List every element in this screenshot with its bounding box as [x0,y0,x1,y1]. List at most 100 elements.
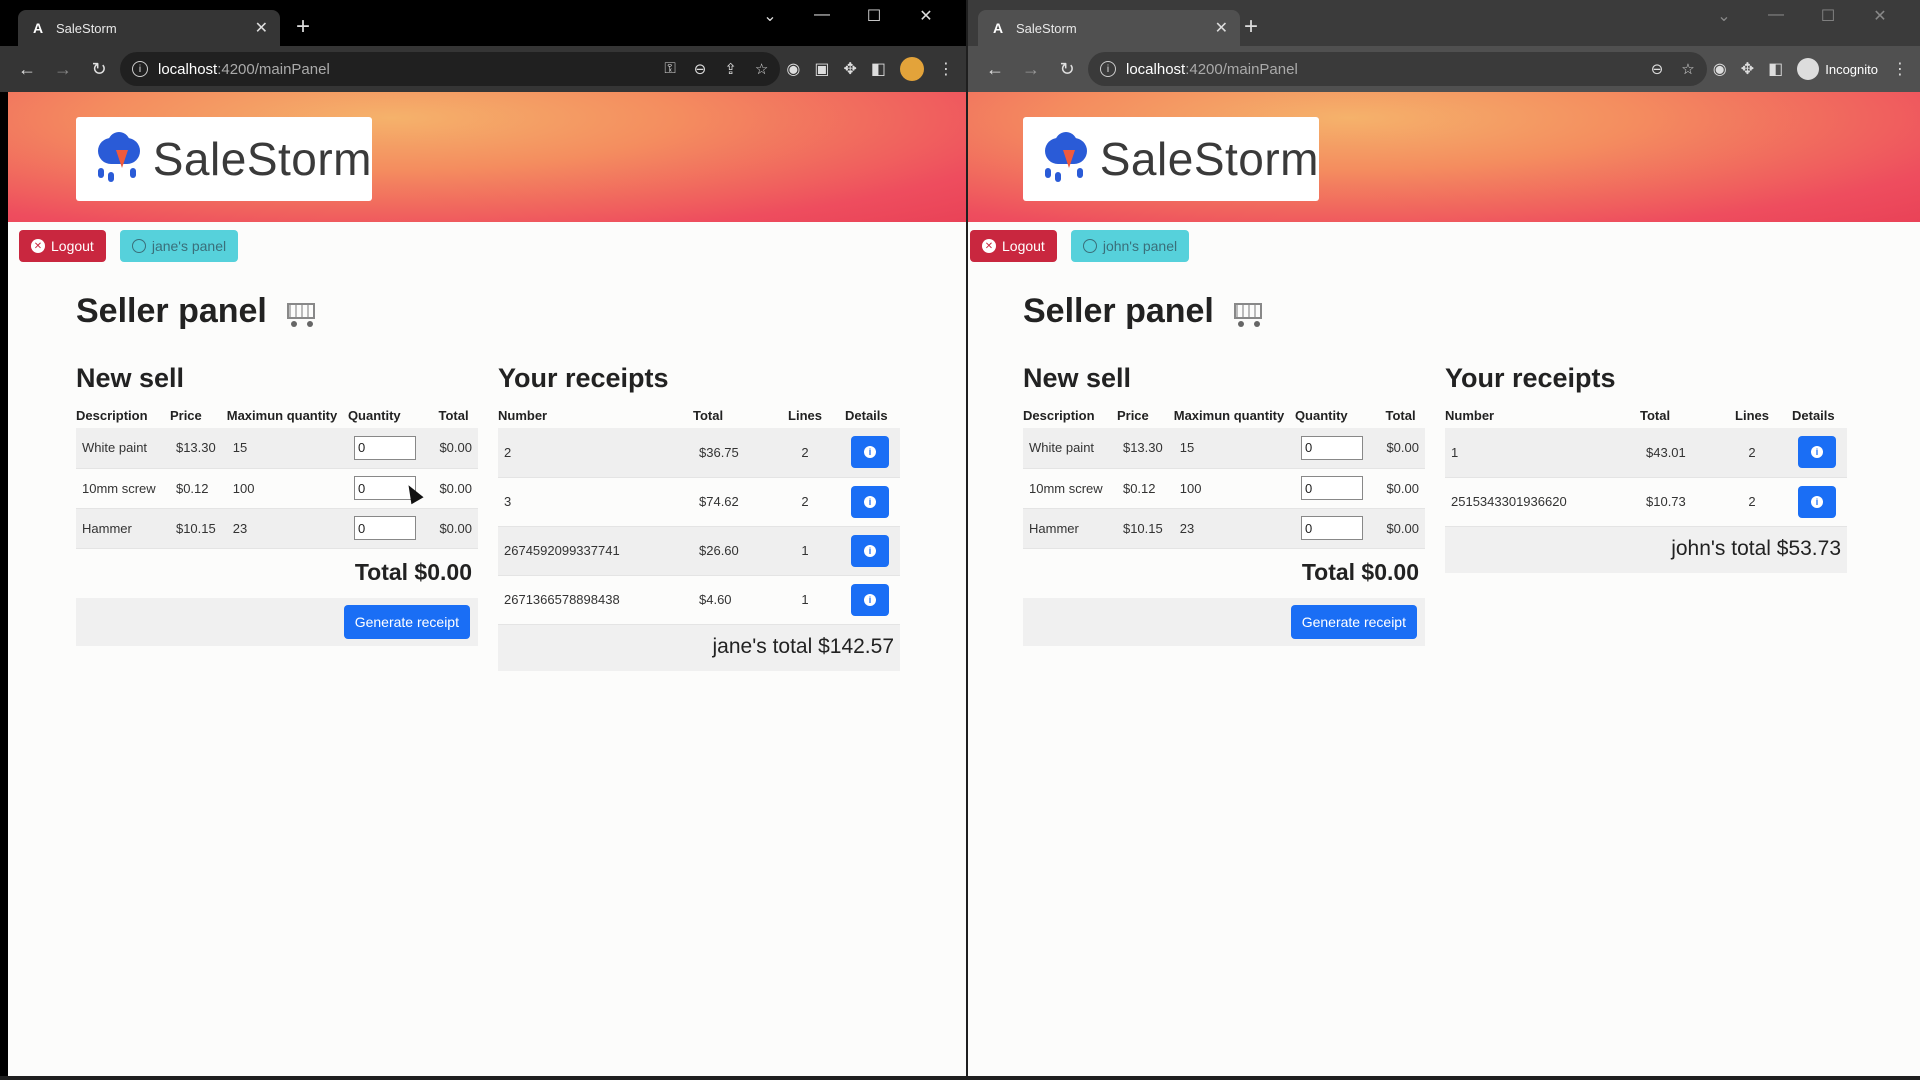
col-description: Description [1023,408,1095,423]
site-info-icon[interactable]: i [132,61,148,77]
zoom-icon[interactable]: ⊖ [1651,60,1664,78]
new-sell-title: New sell [76,363,185,393]
product-total: $0.00 [1386,440,1419,456]
receipt-total: $26.60 [699,543,739,558]
tab-title: SaleStorm [56,20,117,36]
site-info-icon[interactable]: i [1100,61,1116,77]
details-button[interactable]: i [851,436,889,469]
bookmark-star-icon[interactable]: ☆ [755,60,768,78]
incognito-indicator[interactable]: Incognito [1797,58,1878,80]
app-favicon-icon: A [992,20,1004,36]
puzzle-icon[interactable]: ✥ [1741,59,1754,79]
product-total: $0.00 [439,480,472,496]
back-icon[interactable]: ← [12,54,42,84]
extension-icon[interactable]: ◉ [786,59,800,79]
logout-button[interactable]: ✕ Logout [970,230,1057,262]
details-button[interactable]: i [851,534,889,567]
info-icon: i [864,446,876,459]
maximize-icon[interactable]: ☐ [848,6,900,26]
product-price: $13.30 [1122,440,1163,456]
lock-extension-icon[interactable]: ▣ [814,59,829,79]
sell-table: Description Price Maximun quantity Quant… [1023,404,1425,549]
new-tab-icon[interactable]: + [296,14,310,40]
table-row: White paint $13.30 15 $0.00 [76,428,478,468]
receipt-lines: 2 [1748,494,1756,509]
details-button[interactable]: i [1798,485,1836,518]
quantity-input[interactable] [353,435,416,460]
generate-receipt-button[interactable]: Generate receipt [343,604,470,639]
page-viewport: SaleStorm ✕ Logout john's panel Seller p… [968,92,1920,1076]
puzzle-icon[interactable]: ✥ [843,59,856,79]
forward-icon[interactable]: → [1016,54,1046,84]
profile-avatar[interactable] [900,57,924,81]
info-icon: i [864,593,876,606]
product-description: 10mm screw [82,480,156,496]
close-window-icon[interactable]: ✕ [1854,6,1906,26]
minimize-icon[interactable]: — [796,6,848,26]
address-bar[interactable]: i localhost:4200/mainPanel ⚿ ⊖ ⇪ ☆ [120,52,781,86]
product-total: $0.00 [439,440,472,456]
table-row: 2515343301936620 $10.73 2 i [1445,477,1847,526]
quantity-input[interactable] [353,516,416,540]
details-button[interactable]: i [851,583,889,616]
url-path: :4200/mainPanel [1185,60,1298,78]
new-sell-section: New sell Description Price Maximun quant… [76,351,478,671]
share-icon[interactable]: ⇪ [724,60,737,78]
forward-icon[interactable]: → [48,54,78,84]
minimize-icon[interactable]: — [1750,6,1802,26]
details-button[interactable]: i [851,485,889,518]
receipt-total: $4.60 [699,592,732,607]
zoom-icon[interactable]: ⊖ [694,60,707,78]
side-panel-icon[interactable]: ◧ [871,59,886,79]
logout-label: Logout [1002,238,1045,254]
menu-dots-icon[interactable]: ⋮ [938,59,954,79]
tab-close-icon[interactable]: ✕ [1215,18,1228,38]
receipts-section: Your receipts Number Total Lines Details… [1445,351,1847,646]
generate-receipt-button[interactable]: Generate receipt [1290,604,1417,639]
tab-search-icon[interactable]: ⌄ [744,6,796,26]
brand-logo[interactable]: SaleStorm [76,117,372,201]
details-button[interactable]: i [1798,436,1836,469]
maximize-icon[interactable]: ☐ [1802,6,1854,26]
table-row: White paint $13.30 15 $0.00 [1023,428,1425,468]
new-sell-title: New sell [1023,363,1132,393]
tab-search-icon[interactable]: ⌄ [1698,6,1750,26]
brand-logo[interactable]: SaleStorm [1023,117,1319,201]
receipts-table: Number Total Lines Details 1 $43.01 2 i … [1445,404,1847,527]
back-icon[interactable]: ← [980,54,1010,84]
quantity-input[interactable] [1300,476,1363,500]
col-max-quantity: Maximun quantity [226,408,338,423]
page-title: Seller panel [1023,292,1920,331]
user-panel-button[interactable]: john's panel [1070,230,1190,262]
quantity-input[interactable] [1300,516,1363,540]
product-total: $0.00 [1386,480,1419,496]
tab-close-icon[interactable]: ✕ [255,18,268,38]
table-row: 3 $74.62 2 i [498,477,900,526]
logout-icon: ✕ [31,239,45,253]
receipt-lines: 2 [801,444,809,460]
reload-icon[interactable]: ↻ [84,54,114,84]
page-title: Seller panel [76,292,966,331]
extension-icon[interactable]: ◉ [1713,59,1727,79]
address-bar[interactable]: i localhost:4200/mainPanel ⊖ ☆ [1088,52,1707,86]
url-path: :4200/mainPanel [217,60,330,78]
receipt-number: 2515343301936620 [1451,494,1567,509]
receipt-number: 3 [504,494,512,509]
columns: New sell Description Price Maximun quant… [1023,351,1920,646]
user-panel-button[interactable]: jane's panel [119,230,239,262]
logout-button[interactable]: ✕ Logout [19,230,106,262]
table-row: 2 $36.75 2 i [498,428,900,477]
close-window-icon[interactable]: ✕ [900,6,952,26]
browser-tab[interactable]: A SaleStorm ✕ [18,10,280,46]
side-panel-icon[interactable]: ◧ [1768,59,1783,79]
reload-icon[interactable]: ↻ [1052,54,1082,84]
browser-tab[interactable]: A SaleStorm ✕ [978,10,1240,46]
product-description: White paint [82,440,148,456]
page-title-text: Seller panel [76,292,267,330]
new-tab-icon[interactable]: + [1244,14,1258,40]
bookmark-star-icon[interactable]: ☆ [1681,60,1694,78]
quantity-input[interactable] [1300,435,1363,460]
key-icon[interactable]: ⚿ [664,60,675,78]
menu-dots-icon[interactable]: ⋮ [1892,59,1908,79]
app-favicon-icon: A [32,20,44,36]
